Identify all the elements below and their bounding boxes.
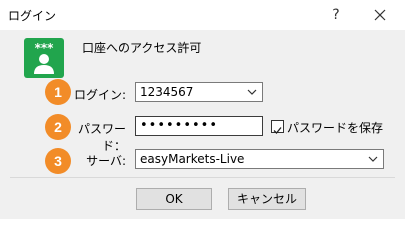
login-value: 1234567 <box>140 85 194 99</box>
login-label: ログイン: <box>73 88 126 102</box>
server-combobox[interactable]: easyMarkets-Live <box>135 149 384 169</box>
save-password-checkbox[interactable] <box>271 120 284 134</box>
page-title: 口座へのアクセス許可 <box>82 41 202 55</box>
save-password-label[interactable]: パスワードを保存 <box>287 119 383 136</box>
chevron-down-icon[interactable] <box>367 150 379 168</box>
cancel-button[interactable]: キャンセル <box>228 188 306 210</box>
window-title: ログイン <box>8 9 57 23</box>
ok-button[interactable]: OK <box>136 188 212 210</box>
password-field[interactable]: ••••••••• <box>135 116 263 136</box>
svg-text:***: *** <box>35 41 55 55</box>
divider <box>10 177 395 178</box>
title-bar: ログイン ? <box>0 0 405 30</box>
user-stars-icon: *** <box>24 38 64 78</box>
login-dialog: ログイン ? *** 口座へのアクセス許可 1 ログイン: 1234567 2 … <box>0 0 405 219</box>
chevron-down-icon[interactable] <box>246 83 258 101</box>
password-label: パスワード： <box>77 122 126 153</box>
login-combobox[interactable]: 1234567 <box>135 82 263 102</box>
server-label: サーバ: <box>86 154 126 168</box>
server-value: easyMarkets-Live <box>140 152 245 166</box>
help-button[interactable]: ? <box>325 4 347 26</box>
close-icon[interactable] <box>369 4 391 26</box>
